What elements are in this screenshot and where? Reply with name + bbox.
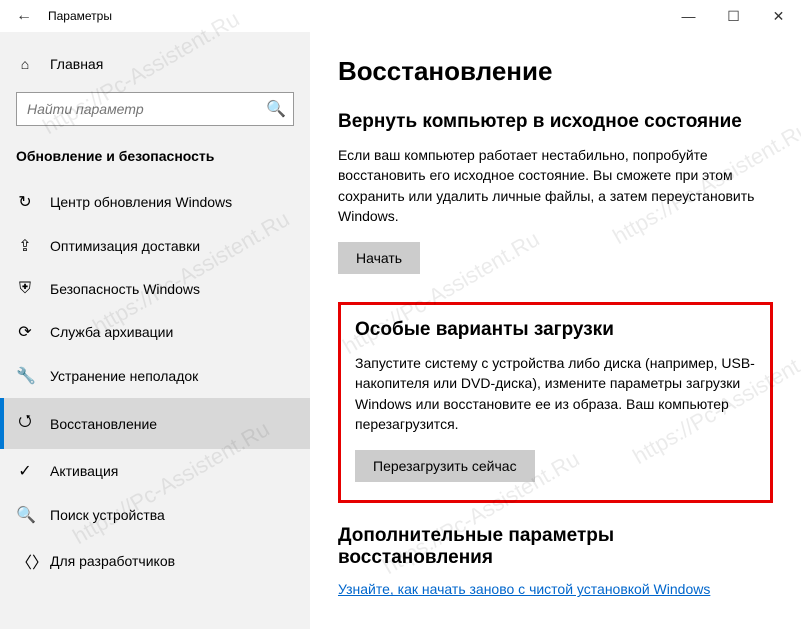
sidebar-item-recovery[interactable]: ⭯ Восстановление xyxy=(0,398,310,449)
maximize-button[interactable]: ☐ xyxy=(711,0,756,32)
shield-icon: ⛨ xyxy=(16,280,34,298)
recovery-icon: ⭯ xyxy=(16,410,34,437)
sidebar-item-label: Восстановление xyxy=(50,416,157,432)
upload-icon: ⇪ xyxy=(16,236,34,256)
sidebar-item-for-developers[interactable]: 〈〉 Для разработчиков xyxy=(0,537,310,585)
sidebar-item-label: Активация xyxy=(50,463,118,479)
close-button[interactable]: ✕ xyxy=(756,0,801,32)
main-content: Восстановление Вернуть компьютер в исход… xyxy=(310,32,801,629)
sidebar-item-find-my-device[interactable]: 🔍 Поиск устройства xyxy=(0,493,310,537)
check-icon: ✓ xyxy=(16,461,34,481)
advanced-startup-box: Особые варианты загрузки Запустите систе… xyxy=(338,302,773,503)
sidebar-item-label: Поиск устройства xyxy=(50,507,165,523)
sidebar-item-backup[interactable]: ⟳ Служба архивации xyxy=(0,310,310,354)
window-title: Параметры xyxy=(48,9,112,23)
more-options-heading: Дополнительные параметры восстановления xyxy=(338,525,773,569)
history-icon: ⟳ xyxy=(16,322,34,342)
sidebar-item-troubleshoot[interactable]: 🔧 Устранение неполадок xyxy=(0,354,310,398)
advanced-body: Запустите систему с устройства либо диск… xyxy=(355,353,756,434)
sidebar-item-delivery-optimization[interactable]: ⇪ Оптимизация доставки xyxy=(0,224,310,268)
sidebar-home-label: Главная xyxy=(50,56,103,72)
sidebar-item-label: Оптимизация доставки xyxy=(50,238,200,254)
back-button[interactable]: ← xyxy=(8,7,40,25)
sidebar-section-label: Обновление и безопасность xyxy=(0,142,310,180)
reset-start-button[interactable]: Начать xyxy=(338,242,420,274)
sidebar: ⌂ Главная 🔍 Обновление и безопасность ↻ … xyxy=(0,32,310,629)
sidebar-item-windows-security[interactable]: ⛨ Безопасность Windows xyxy=(0,268,310,310)
reset-heading: Вернуть компьютер в исходное состояние xyxy=(338,111,773,133)
titlebar: ← Параметры — ☐ ✕ xyxy=(0,0,801,32)
reset-body: Если ваш компьютер работает нестабильно,… xyxy=(338,145,768,226)
home-icon: ⌂ xyxy=(16,56,34,72)
search-input[interactable] xyxy=(16,92,294,126)
sidebar-item-label: Устранение неполадок xyxy=(50,368,198,384)
search-icon: 🔍 xyxy=(266,99,286,119)
sidebar-item-windows-update[interactable]: ↻ Центр обновления Windows xyxy=(0,180,310,224)
wrench-icon: 🔧 xyxy=(16,366,34,386)
page-title: Восстановление xyxy=(338,56,773,87)
code-icon: 〈〉 xyxy=(16,549,34,573)
sidebar-home[interactable]: ⌂ Главная xyxy=(0,48,310,80)
sync-icon: ↻ xyxy=(16,192,34,212)
restart-now-button[interactable]: Перезагрузить сейчас xyxy=(355,450,535,482)
sidebar-item-label: Безопасность Windows xyxy=(50,281,200,297)
sidebar-item-activation[interactable]: ✓ Активация xyxy=(0,449,310,493)
sidebar-item-label: Для разработчиков xyxy=(50,553,175,569)
advanced-heading: Особые варианты загрузки xyxy=(355,319,756,341)
fresh-start-link[interactable]: Узнайте, как начать заново с чистой уста… xyxy=(338,581,710,597)
minimize-button[interactable]: — xyxy=(666,0,711,32)
search-wrap: 🔍 xyxy=(16,92,294,126)
sidebar-item-label: Служба архивации xyxy=(50,324,173,340)
search-device-icon: 🔍 xyxy=(16,505,34,525)
sidebar-item-label: Центр обновления Windows xyxy=(50,194,232,210)
